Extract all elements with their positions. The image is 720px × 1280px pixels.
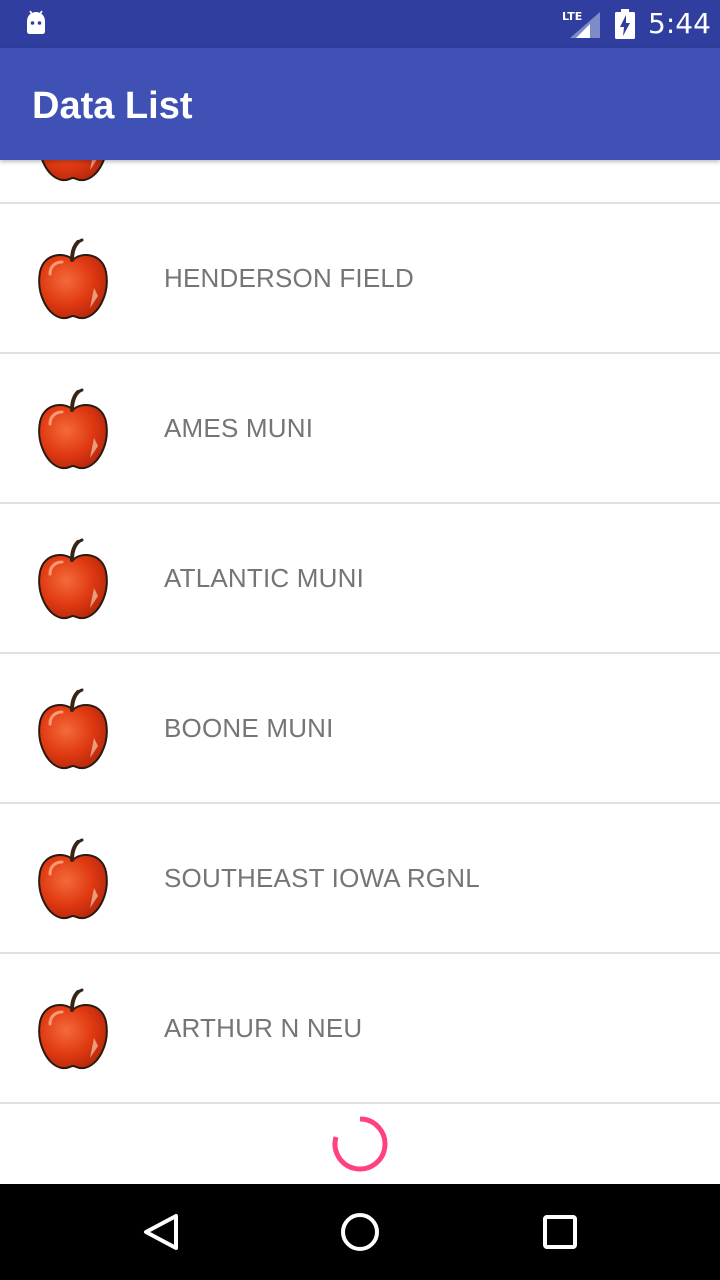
back-button[interactable] [136, 1208, 184, 1256]
data-list[interactable]: HENDERSON FIELD AMES MUNI ATLANTIC MUNI … [0, 160, 720, 1184]
android-icon [27, 10, 45, 34]
recents-button[interactable] [536, 1208, 584, 1256]
apple-icon [36, 688, 110, 770]
list-item-label: ATLANTIC MUNI [164, 563, 365, 593]
apple-icon [36, 388, 110, 470]
list-item[interactable]: SOUTHEAST IOWA RGNL [0, 804, 720, 954]
list-item-partial[interactable] [0, 160, 720, 204]
list-item[interactable]: ATLANTIC MUNI [0, 504, 720, 654]
status-bar: LTE 5:44 [0, 0, 720, 48]
network-label: LTE [562, 10, 582, 23]
apple-icon [36, 838, 110, 920]
loading-spinner [332, 1116, 388, 1172]
lte-signal-icon: LTE [562, 10, 600, 38]
list-item-label: BOONE MUNI [164, 713, 334, 743]
list-item-label: SOUTHEAST IOWA RGNL [164, 863, 480, 893]
apple-icon [36, 988, 110, 1070]
list-item-label: AMES MUNI [164, 413, 314, 443]
page-title: Data List [32, 85, 193, 127]
navigation-bar [0, 1184, 720, 1280]
battery-charging-icon [615, 9, 635, 39]
list-item-label: ARTHUR N NEU [164, 1013, 363, 1043]
status-time: 5:44 [648, 7, 711, 40]
apple-icon [36, 238, 110, 320]
list-item[interactable]: HENDERSON FIELD [0, 204, 720, 354]
list-item[interactable]: AMES MUNI [0, 354, 720, 504]
apple-icon [36, 538, 110, 620]
home-button[interactable] [336, 1208, 384, 1256]
list-item[interactable]: ARTHUR N NEU [0, 954, 720, 1104]
apple-icon [36, 160, 110, 182]
app-bar: Data List [0, 48, 720, 160]
list-item-label: HENDERSON FIELD [164, 263, 415, 293]
list-item[interactable]: BOONE MUNI [0, 654, 720, 804]
